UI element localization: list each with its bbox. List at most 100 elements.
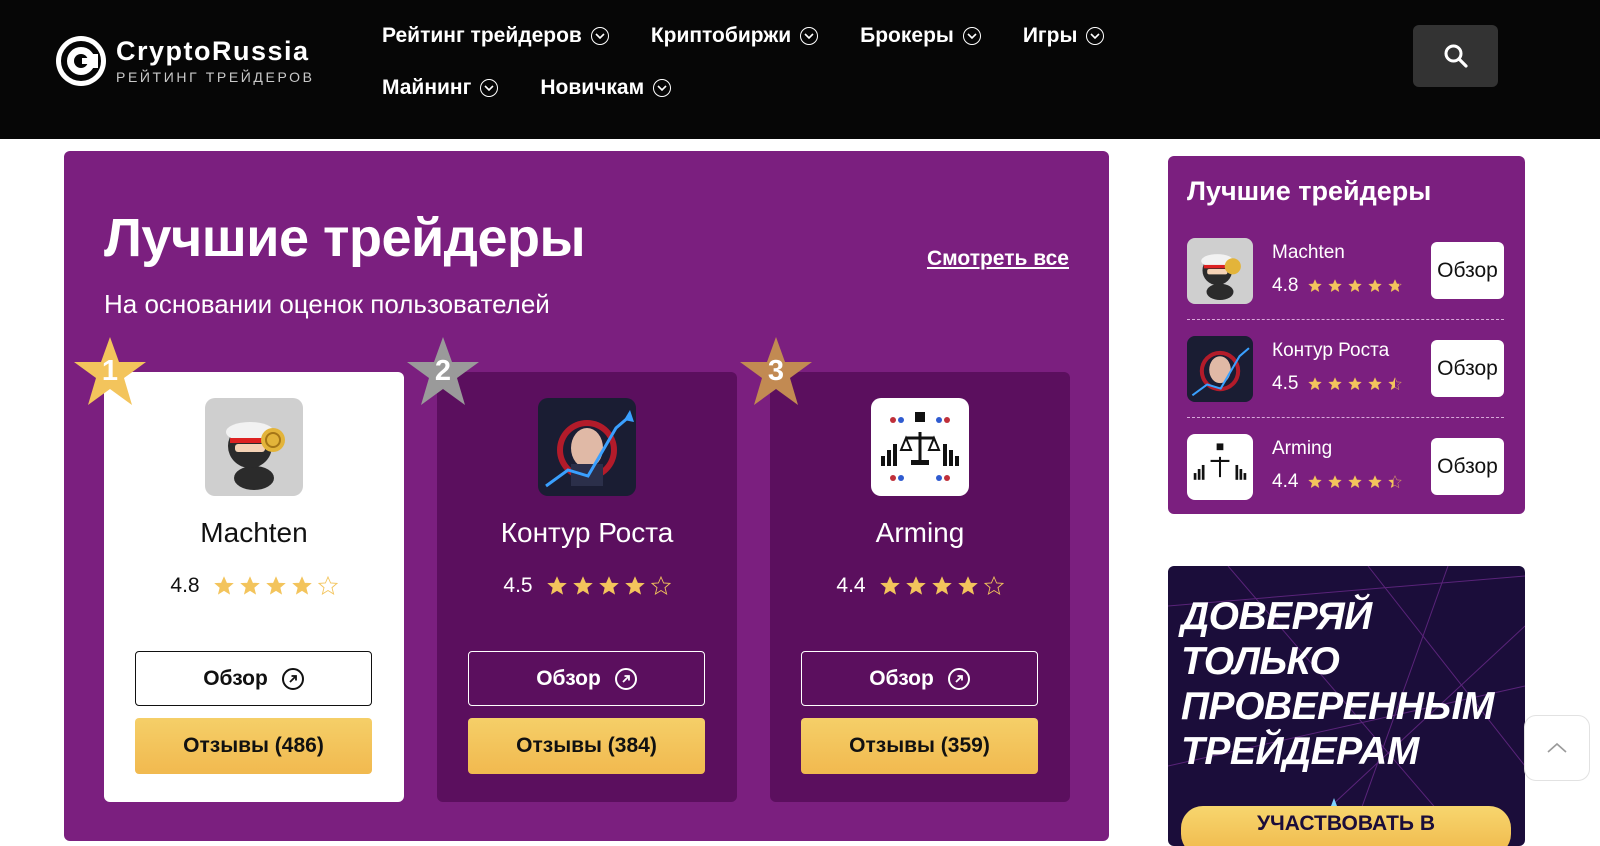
trader-card: Machten 4.8 Обзор Отзывы (486) <box>104 372 404 802</box>
star-icon <box>905 576 926 595</box>
nav-label: Новичкам <box>540 76 645 99</box>
nav-item-beginners[interactable]: Новичкам <box>540 74 672 102</box>
external-arrow-icon <box>281 667 304 690</box>
star-icon <box>1388 279 1403 293</box>
star-icon <box>598 576 619 595</box>
star-icon <box>1308 279 1323 293</box>
star-icon <box>291 576 312 595</box>
review-button[interactable]: Обзор <box>1431 340 1504 397</box>
star-icon <box>1328 475 1343 489</box>
reviews-button[interactable]: Отзывы (486) <box>135 718 372 774</box>
divider <box>1187 319 1504 320</box>
trader-avatar[interactable] <box>1187 434 1253 500</box>
star-icon <box>1348 475 1363 489</box>
sidebar-trader-item: Arming 4.4 Обзор <box>1187 434 1504 532</box>
trader-name[interactable]: Контур Роста <box>1272 340 1389 362</box>
star-icon <box>957 576 978 595</box>
search-button[interactable] <box>1413 25 1498 87</box>
review-button[interactable]: Обзор <box>135 651 372 706</box>
nav-item-traders-rating[interactable]: Рейтинг трейдеров <box>382 22 609 50</box>
trader-rating: 4.4 <box>770 574 1070 598</box>
review-button[interactable]: Обзор <box>801 651 1038 706</box>
nav-item-brokers[interactable]: Брокеры <box>860 22 981 50</box>
trader-avatar[interactable] <box>1187 238 1253 304</box>
nav-label: Майнинг <box>382 76 472 99</box>
review-button-label: Обзор <box>869 666 934 690</box>
chevron-down-icon <box>1086 27 1105 45</box>
star-icon <box>1388 377 1403 391</box>
section-title: Лучшие трейдеры <box>104 208 586 268</box>
participate-button[interactable]: УЧАСТВОВАТЬ В <box>1181 806 1511 846</box>
star-icon <box>317 576 338 595</box>
banner-line: ТОЛЬКО <box>1181 640 1340 683</box>
external-arrow-icon <box>947 667 970 690</box>
rank-number: 2 <box>434 355 452 387</box>
rank-number: 3 <box>767 355 785 387</box>
star-rating <box>1308 475 1403 489</box>
reviews-button[interactable]: Отзывы (359) <box>801 718 1038 774</box>
star-icon <box>1328 377 1343 391</box>
site-logo[interactable]: CryptoRussia РЕЙТИНГ ТРЕЙДЕРОВ <box>56 36 315 86</box>
trader-avatar[interactable] <box>1187 336 1253 402</box>
nav-item-games[interactable]: Игры <box>1023 22 1105 50</box>
star-rating <box>213 576 338 596</box>
trader-card: Контур Роста 4.5 Обзор Отзывы (384) <box>437 372 737 802</box>
external-arrow-icon <box>614 667 637 690</box>
scroll-top-button[interactable] <box>1524 715 1590 781</box>
section-subtitle: На основании оценок пользователей <box>104 289 550 319</box>
star-icon <box>1328 279 1343 293</box>
star-icon <box>546 576 567 595</box>
rank-badge-gold: 1 <box>72 335 148 411</box>
rating-value: 4.5 <box>1272 373 1299 394</box>
review-button[interactable]: Обзор <box>468 651 705 706</box>
logo-icon <box>56 36 106 86</box>
promo-banner[interactable]: ДОВЕРЯЙ ТОЛЬКО ПРОВЕРЕННЫМ ТРЕЙДЕРАМ УЧА… <box>1168 566 1525 846</box>
sidebar-trader-item: Контур Роста 4.5 Обзор <box>1187 336 1504 434</box>
banner-line: ПРОВЕРЕННЫМ <box>1181 685 1494 728</box>
banner-line: ДОВЕРЯЙ <box>1181 595 1372 638</box>
chevron-down-icon <box>962 27 981 45</box>
nav-item-exchanges[interactable]: Криптобиржи <box>650 22 819 50</box>
star-rating <box>879 576 1004 596</box>
star-rating <box>1308 377 1403 391</box>
chevron-up-icon <box>1547 742 1567 753</box>
trader-avatar[interactable] <box>871 398 969 496</box>
star-icon <box>1388 475 1403 489</box>
review-button[interactable]: Обзор <box>1431 242 1504 299</box>
star-icon <box>1368 279 1383 293</box>
trader-rating: 4.5 <box>437 574 737 598</box>
star-icon <box>931 576 952 595</box>
trader-name[interactable]: Arming <box>770 517 1070 549</box>
trader-card: Arming 4.4 Обзор Отзывы (359) <box>770 372 1070 802</box>
trader-name[interactable]: Machten <box>104 517 404 549</box>
trader-name[interactable]: Machten <box>1272 242 1345 264</box>
review-button-label: Обзор <box>203 666 268 690</box>
rating-value: 4.4 <box>1272 471 1299 492</box>
star-icon <box>265 576 286 595</box>
star-icon <box>1368 475 1383 489</box>
trader-name[interactable]: Arming <box>1272 438 1332 460</box>
star-rating <box>546 576 671 596</box>
trader-avatar[interactable] <box>538 398 636 496</box>
star-icon <box>879 576 900 595</box>
nav-label: Брокеры <box>860 24 954 47</box>
sidebar-trader-item: Machten 4.8 Обзор <box>1187 238 1504 336</box>
rating-value: 4.5 <box>503 574 533 597</box>
review-button[interactable]: Обзор <box>1431 438 1504 495</box>
star-icon <box>983 576 1004 595</box>
rank-badge-bronze: 3 <box>738 335 814 411</box>
logo-subtitle: РЕЙТИНГ ТРЕЙДЕРОВ <box>116 69 315 85</box>
star-rating <box>1308 279 1403 293</box>
see-all-link[interactable]: Смотреть все <box>927 247 1069 271</box>
trader-avatar[interactable] <box>205 398 303 496</box>
site-header: CryptoRussia РЕЙТИНГ ТРЕЙДЕРОВ Рейтинг т… <box>0 0 1600 139</box>
nav-label: Криптобиржи <box>650 24 792 47</box>
trader-name[interactable]: Контур Роста <box>437 517 737 549</box>
review-button-label: Обзор <box>536 666 601 690</box>
sidebar-title: Лучшие трейдеры <box>1187 176 1432 206</box>
star-icon <box>572 576 593 595</box>
star-icon <box>1308 475 1323 489</box>
nav-item-mining[interactable]: Майнинг <box>382 74 499 102</box>
star-icon <box>624 576 645 595</box>
reviews-button[interactable]: Отзывы (384) <box>468 718 705 774</box>
